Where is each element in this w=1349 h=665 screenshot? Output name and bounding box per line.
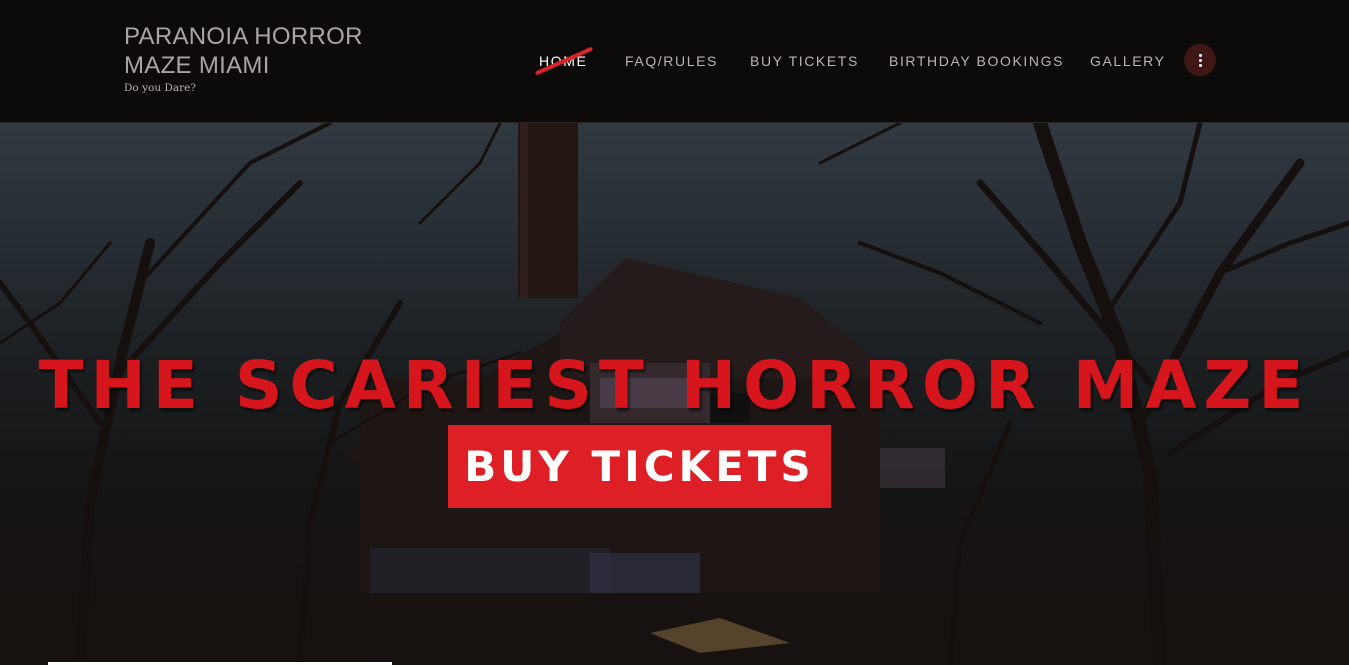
site-header: PARANOIA HORROR MAZE MIAMI Do you Dare? … [0, 0, 1349, 123]
vertical-ellipsis-icon [1198, 63, 1202, 67]
main-nav: HOME FAQ/RULES BUY TICKETS BIRTHDAY BOOK… [0, 0, 1349, 122]
vertical-ellipsis-icon [1198, 58, 1202, 62]
nav-item-gallery[interactable]: GALLERY [1090, 50, 1166, 72]
buy-tickets-button[interactable]: BUY TICKETS [448, 425, 831, 508]
nav-item-faq-rules[interactable]: FAQ/RULES [625, 50, 718, 72]
nav-item-label: GALLERY [1090, 53, 1166, 69]
nav-item-label: BUY TICKETS [750, 53, 859, 69]
nav-item-home[interactable]: HOME [534, 46, 594, 76]
vertical-ellipsis-icon [1198, 53, 1202, 57]
nav-item-label: FAQ/RULES [625, 53, 718, 69]
hero-section: THE SCARIEST HORROR MAZE BUY TICKETS [0, 123, 1349, 665]
nav-item-birthday-bookings[interactable]: BIRTHDAY BOOKINGS [889, 50, 1064, 72]
more-menu-button[interactable] [1184, 44, 1216, 76]
hero-heading: THE SCARIEST HORROR MAZE [38, 347, 1311, 425]
nav-item-label: BIRTHDAY BOOKINGS [889, 53, 1065, 69]
nav-item-buy-tickets[interactable]: BUY TICKETS [750, 50, 859, 72]
